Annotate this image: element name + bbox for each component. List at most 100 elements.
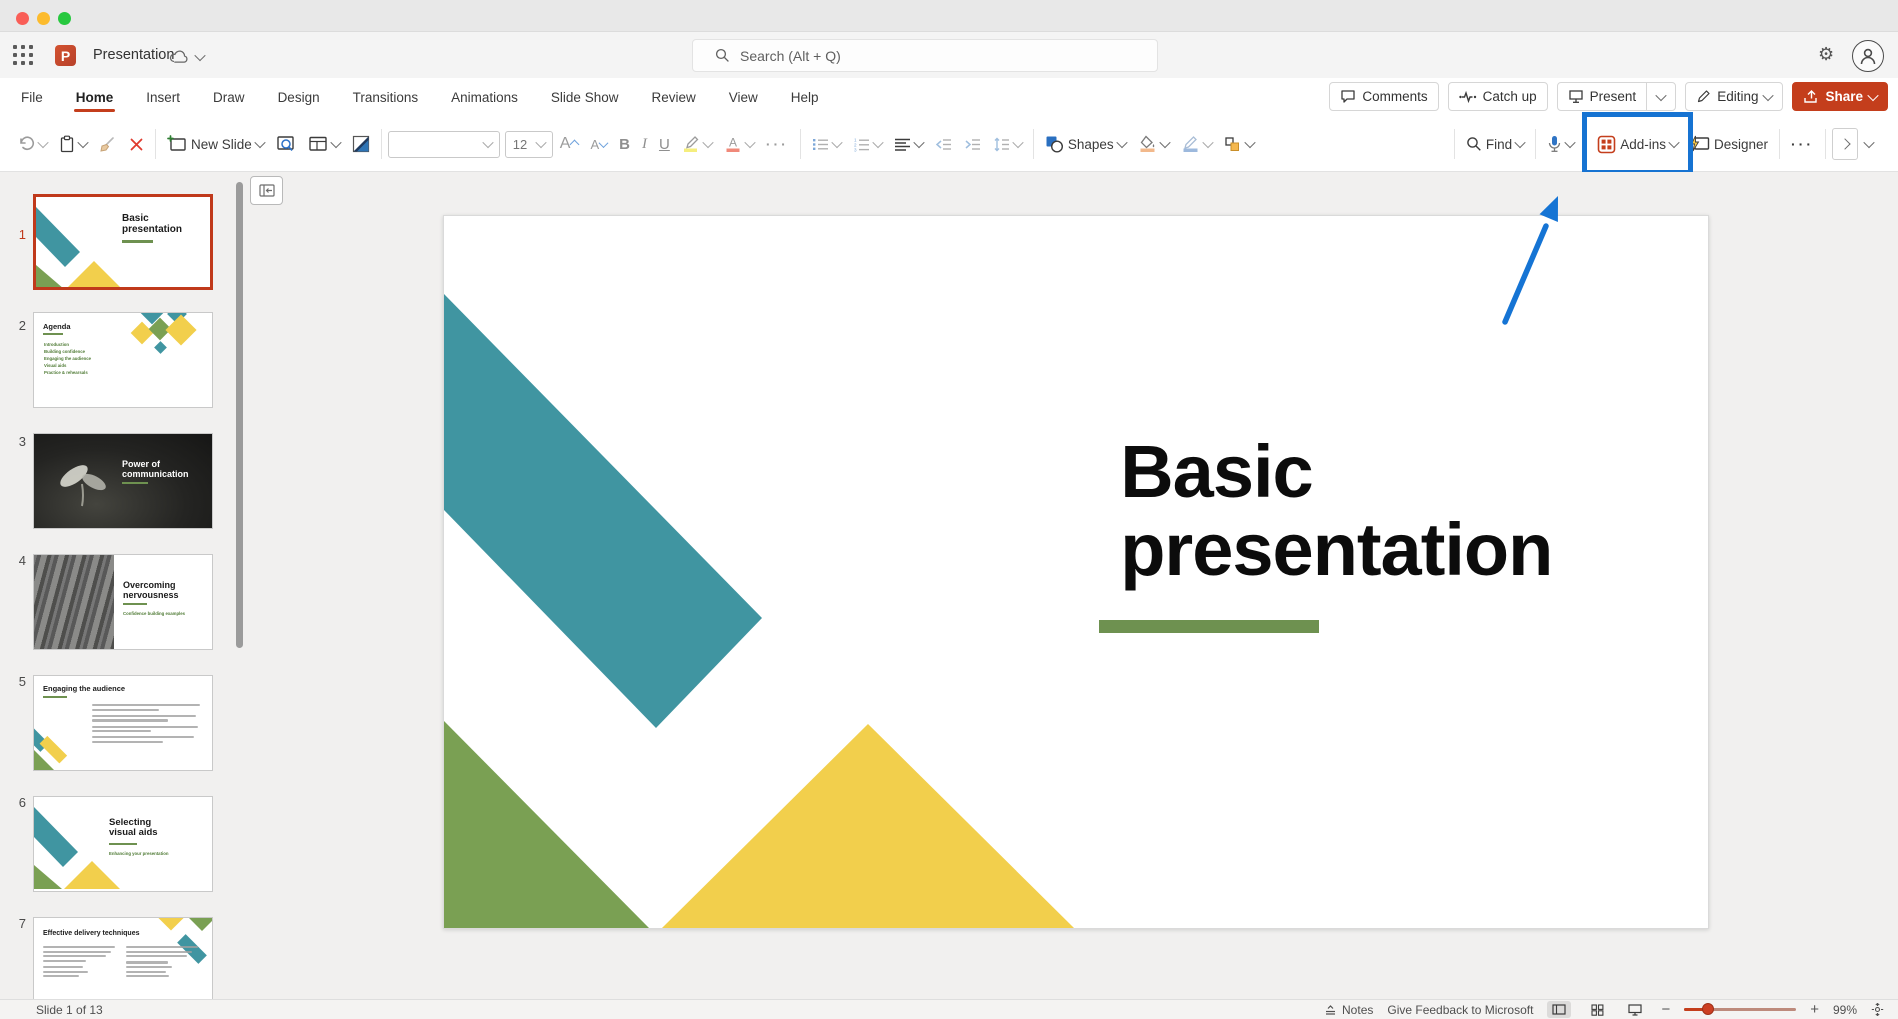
menu-insert[interactable]: Insert xyxy=(144,84,182,111)
font-size-combobox[interactable]: 12 xyxy=(505,131,553,158)
delete-button[interactable] xyxy=(124,126,149,162)
slide-thumbnail-2[interactable]: Agenda Introduction Building confidence … xyxy=(33,312,213,408)
notes-toggle[interactable]: Notes xyxy=(1324,1003,1373,1017)
format-painter-button[interactable] xyxy=(94,126,122,162)
numbering-button[interactable]: 1 2 3 xyxy=(848,126,887,162)
menu-slide-show[interactable]: Slide Show xyxy=(549,84,621,111)
highlight-chevron-icon[interactable] xyxy=(702,137,713,148)
font-name-combobox[interactable] xyxy=(388,131,500,158)
increase-indent-button[interactable] xyxy=(959,126,986,162)
grow-font-button[interactable]: A xyxy=(555,126,584,162)
slide-title-text[interactable]: Basic presentation xyxy=(1120,433,1626,589)
decrease-indent-button[interactable] xyxy=(930,126,957,162)
new-slide-chevron-icon[interactable] xyxy=(254,137,265,148)
zoom-slider[interactable] xyxy=(1684,1008,1796,1011)
italic-button[interactable]: I xyxy=(637,126,652,162)
ribbon-more-options-button[interactable]: ··· xyxy=(1786,126,1819,162)
font-color-button[interactable]: A xyxy=(719,126,759,162)
present-button[interactable]: Present xyxy=(1557,82,1677,111)
normal-view-button[interactable] xyxy=(1547,1001,1571,1018)
bullets-button[interactable] xyxy=(807,126,846,162)
slide-sorter-view-button[interactable] xyxy=(1585,1001,1609,1018)
outline-chevron-icon[interactable] xyxy=(1202,137,1213,148)
collapse-ribbon-button[interactable] xyxy=(1860,126,1878,162)
menu-review[interactable]: Review xyxy=(649,84,697,111)
shrink-font-button[interactable]: A xyxy=(585,126,612,162)
layout-button[interactable] xyxy=(303,126,345,162)
menu-draw[interactable]: Draw xyxy=(211,84,247,111)
menu-view[interactable]: View xyxy=(727,84,760,111)
menu-file[interactable]: File xyxy=(19,84,45,111)
app-launcher-icon[interactable] xyxy=(13,45,34,66)
zoom-slider-thumb[interactable] xyxy=(1702,1003,1714,1015)
slide-thumbnail-5[interactable]: Engaging the audience xyxy=(33,675,213,771)
shapes-chevron-icon[interactable] xyxy=(1116,137,1127,148)
shape-outline-button[interactable] xyxy=(1176,126,1217,162)
font-color-chevron-icon[interactable] xyxy=(744,137,755,148)
bold-button[interactable]: B xyxy=(614,126,635,162)
search-input[interactable]: Search (Alt + Q) xyxy=(692,39,1158,72)
slide-thumbnail-1[interactable]: Basic presentation xyxy=(33,194,213,290)
zoom-level[interactable]: 99% xyxy=(1833,1003,1857,1017)
close-window-button[interactable] xyxy=(16,12,29,25)
menu-design[interactable]: Design xyxy=(276,84,322,111)
zoom-out-button[interactable]: − xyxy=(1661,1001,1670,1018)
reuse-slides-button[interactable] xyxy=(271,126,301,162)
menu-home[interactable]: Home xyxy=(74,84,116,111)
align-button[interactable] xyxy=(889,126,928,162)
line-spacing-chevron-icon[interactable] xyxy=(1012,137,1023,148)
align-chevron-icon[interactable] xyxy=(913,137,924,148)
slide-thumbnail-6[interactable]: Selecting visual aids Enhancing your pre… xyxy=(33,796,213,892)
undo-button[interactable] xyxy=(12,126,52,162)
layout-chevron-icon[interactable] xyxy=(330,137,341,148)
paste-button[interactable] xyxy=(54,126,92,162)
comments-button[interactable]: Comments xyxy=(1329,82,1438,111)
slide-thumbnail-3[interactable]: Power of communication xyxy=(33,433,213,529)
font-more-options-button[interactable]: ··· xyxy=(761,126,794,162)
text-highlight-button[interactable] xyxy=(677,126,717,162)
shape-fill-button[interactable] xyxy=(1133,126,1174,162)
slide-thumbnail-7[interactable]: Effective delivery techniques xyxy=(33,917,213,1000)
document-title[interactable]: Presentation xyxy=(93,47,174,63)
thumbnail-scrollbar[interactable] xyxy=(236,182,243,648)
dictate-button[interactable] xyxy=(1542,126,1579,162)
line-spacing-button[interactable] xyxy=(988,126,1027,162)
zoom-window-button[interactable] xyxy=(58,12,71,25)
addins-button[interactable]: Add-ins xyxy=(1592,126,1683,162)
title-chevron-down-icon[interactable] xyxy=(194,50,205,61)
dictate-chevron-icon[interactable] xyxy=(1565,137,1576,148)
share-button[interactable]: Share xyxy=(1792,82,1888,111)
menu-transitions[interactable]: Transitions xyxy=(351,84,421,111)
menu-animations[interactable]: Animations xyxy=(449,84,520,111)
find-button[interactable]: Find xyxy=(1461,126,1529,162)
paste-chevron-icon[interactable] xyxy=(77,137,88,148)
collapse-slide-panel-button[interactable] xyxy=(250,176,283,205)
slide-thumbnail-4[interactable]: Overcoming nervousness Confidence buildi… xyxy=(33,554,213,650)
slide-title-underline[interactable] xyxy=(1099,620,1319,633)
theme-button[interactable] xyxy=(347,126,375,162)
powerpoint-logo-icon[interactable]: P xyxy=(55,45,76,66)
minimize-window-button[interactable] xyxy=(37,12,50,25)
editing-mode-button[interactable]: Editing xyxy=(1685,82,1783,111)
present-dropdown-chevron-icon[interactable] xyxy=(1656,89,1667,100)
arrange-button[interactable] xyxy=(1219,126,1259,162)
catch-up-button[interactable]: Catch up xyxy=(1448,82,1548,111)
fill-chevron-icon[interactable] xyxy=(1159,137,1170,148)
account-avatar[interactable] xyxy=(1852,40,1884,72)
fit-to-window-icon[interactable] xyxy=(1871,1003,1884,1016)
underline-button[interactable]: U xyxy=(654,126,675,162)
feedback-link[interactable]: Give Feedback to Microsoft xyxy=(1387,1003,1533,1017)
shapes-button[interactable]: Shapes xyxy=(1040,126,1131,162)
numbering-chevron-icon[interactable] xyxy=(872,137,883,148)
menu-help[interactable]: Help xyxy=(789,84,821,111)
addins-chevron-icon[interactable] xyxy=(1668,137,1679,148)
bullets-chevron-icon[interactable] xyxy=(831,137,842,148)
settings-gear-icon[interactable]: ⚙ xyxy=(1818,44,1834,64)
designer-button[interactable]: Designer xyxy=(1685,126,1773,162)
ribbon-next-button[interactable] xyxy=(1832,128,1858,160)
zoom-in-button[interactable]: + xyxy=(1810,1001,1819,1018)
find-chevron-icon[interactable] xyxy=(1515,137,1526,148)
arrange-chevron-icon[interactable] xyxy=(1244,137,1255,148)
slide-canvas[interactable]: Basic presentation xyxy=(443,215,1709,929)
new-slide-button[interactable]: New Slide xyxy=(162,126,269,162)
